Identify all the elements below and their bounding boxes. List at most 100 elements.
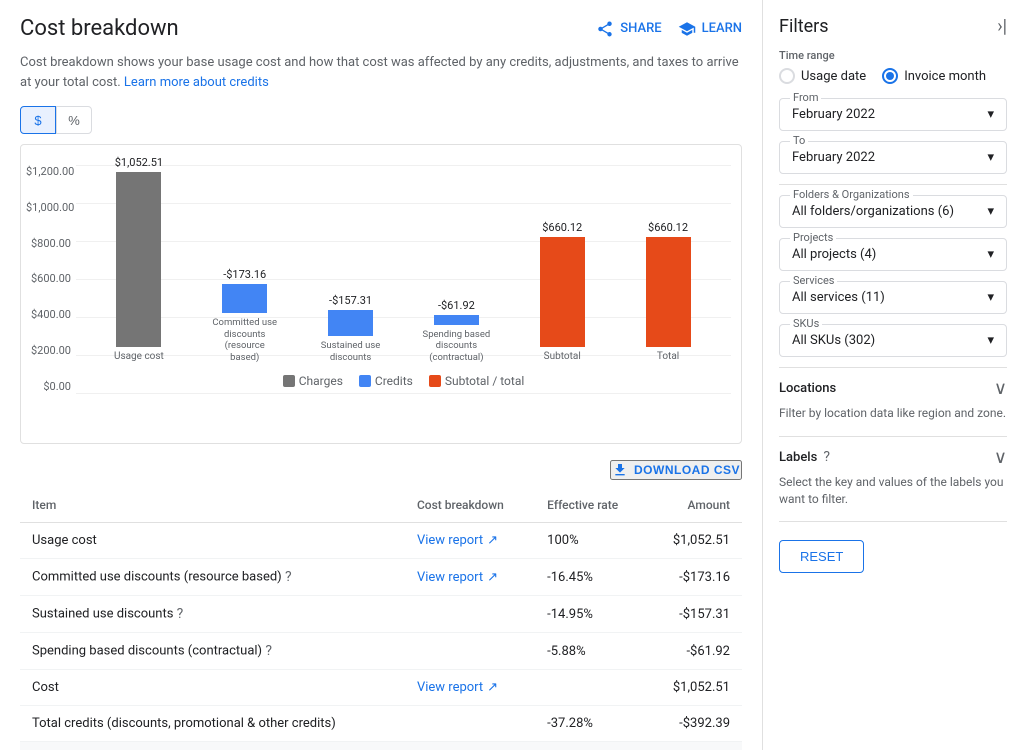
- view-report-cost[interactable]: View report ↗: [417, 680, 498, 695]
- description: Cost breakdown shows your base usage cos…: [20, 53, 742, 92]
- to-dropdown[interactable]: February 2022 ▾: [792, 150, 994, 165]
- divider-3: [779, 436, 1007, 437]
- item-cost: Cost: [20, 670, 405, 706]
- header-actions: SHARE LEARN: [596, 20, 742, 38]
- dollar-btn[interactable]: $: [20, 106, 56, 134]
- to-chevron-icon: ▾: [987, 150, 994, 165]
- bar-sustained-rect: [328, 310, 373, 336]
- table-row: Cost View report ↗ $1,052.51: [20, 670, 742, 706]
- bar-subtotal-rect: [540, 237, 585, 347]
- to-value: February 2022: [792, 150, 875, 165]
- page-header: Cost breakdown SHARE LEARN: [20, 16, 742, 41]
- col-effective-rate: Effective rate: [535, 488, 647, 523]
- from-label: From: [790, 91, 821, 104]
- charges-label: Charges: [299, 374, 343, 388]
- cb-usage-cost: View report ↗: [405, 523, 535, 559]
- bar-committed-rect: [222, 284, 267, 313]
- rate-sustained: -14.95%: [535, 596, 647, 633]
- time-range-label: Time range: [779, 49, 1007, 62]
- y-label-1000: $1,000.00: [26, 201, 71, 214]
- help-icon-sustained[interactable]: ?: [177, 606, 184, 622]
- help-icon-committed[interactable]: ?: [285, 569, 292, 585]
- bar-spending: -$61.92 Spending based discounts(contrac…: [421, 299, 491, 363]
- share-icon: [596, 20, 614, 38]
- reset-button[interactable]: RESET: [779, 540, 864, 573]
- download-csv-button[interactable]: DOWNLOAD CSV: [610, 460, 742, 480]
- to-label: To: [790, 134, 808, 147]
- item-spending: Spending based discounts (contractual) ?: [20, 633, 405, 670]
- learn-icon: [678, 20, 696, 38]
- skus-label: SKUs: [790, 317, 822, 330]
- table-header-row: Item Cost breakdown Effective rate Amoun…: [20, 488, 742, 523]
- item-sustained: Sustained use discounts ?: [20, 596, 405, 633]
- bar-subtotal: $660.12 Subtotal: [527, 221, 597, 363]
- external-link-icon: ↗: [487, 533, 498, 548]
- folders-dropdown[interactable]: All folders/organizations (6) ▾: [792, 204, 994, 219]
- download-icon: [612, 462, 628, 478]
- cb-sustained: [405, 596, 535, 633]
- labels-desc: Select the key and values of the labels …: [779, 474, 1007, 508]
- charges-legend-dot: [283, 375, 295, 387]
- share-link[interactable]: SHARE: [596, 20, 661, 38]
- percent-btn[interactable]: %: [56, 106, 92, 134]
- chart-legend: Charges Credits Subtotal / total: [76, 374, 731, 388]
- col-cost-breakdown: Cost breakdown: [405, 488, 535, 523]
- bar-total-rect: [646, 237, 691, 347]
- external-link-icon: ↗: [487, 570, 498, 585]
- divider-2: [779, 367, 1007, 368]
- bar-sustained: -$157.31 Sustained use discounts: [316, 294, 386, 363]
- locations-chevron-icon: ∨: [994, 378, 1007, 399]
- services-chevron-icon: ▾: [987, 290, 994, 305]
- rate-total-credits: -37.28%: [535, 706, 647, 742]
- cb-total-credits: [405, 706, 535, 742]
- learn-label: LEARN: [702, 21, 742, 36]
- y-label-600: $600.00: [26, 272, 71, 285]
- cb-committed: View report ↗: [405, 559, 535, 596]
- y-label-0: $0.00: [26, 380, 71, 393]
- rate-committed: -16.45%: [535, 559, 647, 596]
- y-label-400: $400.00: [26, 308, 71, 321]
- amount-usage-cost: $1,052.51: [647, 523, 742, 559]
- skus-chevron-icon: ▾: [987, 333, 994, 348]
- labels-header[interactable]: Labels ? ∨: [779, 447, 1007, 468]
- rate-cost: [535, 670, 647, 706]
- legend-charges: Charges: [283, 374, 343, 388]
- locations-header[interactable]: Locations ∨: [779, 378, 1007, 399]
- services-label: Services: [790, 274, 837, 287]
- learn-link[interactable]: LEARN: [678, 20, 742, 38]
- y-label-800: $800.00: [26, 237, 71, 250]
- amount-total-credits: -$392.39: [647, 706, 742, 742]
- projects-chevron-icon: ▾: [987, 247, 994, 262]
- table-row: Total credits (discounts, promotional & …: [20, 706, 742, 742]
- usage-date-radio[interactable]: Usage date: [779, 68, 866, 84]
- projects-dropdown-wrapper: Projects All projects (4) ▾: [779, 238, 1007, 271]
- radio-inner: [886, 72, 894, 80]
- labels-help-icon[interactable]: ?: [823, 449, 830, 465]
- help-icon-spending[interactable]: ?: [265, 643, 272, 659]
- usage-date-radio-circle: [779, 68, 795, 84]
- view-report-committed[interactable]: View report ↗: [417, 570, 498, 585]
- from-dropdown[interactable]: February 2022 ▾: [792, 107, 994, 122]
- time-range-section: Time range Usage date Invoice month: [779, 49, 1007, 84]
- projects-dropdown[interactable]: All projects (4) ▾: [792, 247, 994, 262]
- divider-1: [779, 184, 1007, 185]
- download-row: DOWNLOAD CSV: [20, 460, 742, 480]
- sidebar: Filters ›| Time range Usage date Invoice…: [763, 0, 1023, 750]
- to-dropdown-wrapper: To February 2022 ▾: [779, 141, 1007, 174]
- invoice-month-radio-circle: [882, 68, 898, 84]
- services-dropdown[interactable]: All services (11) ▾: [792, 290, 994, 305]
- table-row: Committed use discounts (resource based)…: [20, 559, 742, 596]
- invoice-month-radio[interactable]: Invoice month: [882, 68, 986, 84]
- bar-usage-cost: $1,052.51 Usage cost: [104, 156, 174, 363]
- download-label: DOWNLOAD CSV: [634, 463, 740, 477]
- learn-more-link[interactable]: Learn more about credits: [124, 75, 269, 90]
- skus-dropdown[interactable]: All SKUs (302) ▾: [792, 333, 994, 348]
- locations-desc: Filter by location data like region and …: [779, 405, 1007, 422]
- item-committed: Committed use discounts (resource based)…: [20, 559, 405, 596]
- y-label-200: $200.00: [26, 344, 71, 357]
- rate-usage-cost: 100%: [535, 523, 647, 559]
- view-report-usage[interactable]: View report ↗: [417, 533, 498, 548]
- legend-subtotal: Subtotal / total: [429, 374, 524, 388]
- close-panel-icon[interactable]: ›|: [997, 16, 1007, 37]
- amount-spending: -$61.92: [647, 633, 742, 670]
